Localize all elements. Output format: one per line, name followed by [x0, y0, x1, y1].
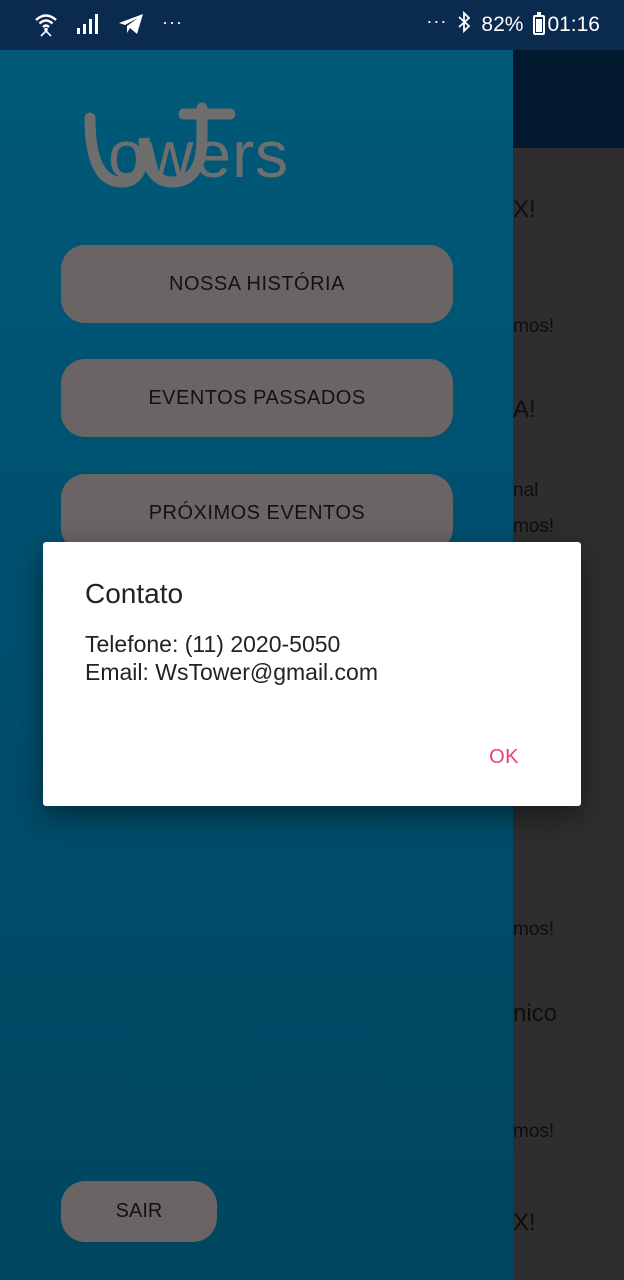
status-bar-right: ··· 82% 01:16 [426, 10, 600, 40]
dialog-phone: Telefone: (11) 2020-5050 [85, 631, 341, 657]
background-app-header [513, 50, 624, 148]
logout-label: SAIR [115, 1200, 163, 1222]
contact-dialog: Contato Telefone: (11) 2020-5050 Email: … [43, 542, 581, 806]
background-text: X! [513, 196, 536, 223]
status-overflow-right: ··· [426, 10, 448, 31]
menu-item-label: PRÓXIMOS EVENTOS [148, 501, 366, 524]
logout-button[interactable]: SAIR [61, 1181, 217, 1242]
background-text: X! [513, 1209, 536, 1236]
background-text: A! [513, 396, 536, 423]
menu-proximos-eventos-button[interactable]: PRÓXIMOS EVENTOS [61, 474, 453, 552]
dialog-email: Email: WsTower@gmail.com [85, 659, 379, 685]
menu-item-label: EVENTOS PASSADOS [148, 386, 366, 409]
background-text: mos! [513, 1121, 555, 1142]
background-text: nico [513, 1000, 558, 1027]
dialog-title: Contato [85, 578, 184, 609]
ok-button[interactable]: OK [489, 746, 519, 769]
battery-icon [533, 12, 546, 35]
menu-eventos-passados-button[interactable]: EVENTOS PASSADOS [61, 359, 453, 437]
clock: 01:16 [547, 13, 600, 36]
dialog-body: Telefone: (11) 2020-5050 Email: WsTower@… [85, 630, 378, 686]
status-overflow-left: ··· [162, 11, 183, 32]
background-text: mos! [513, 516, 555, 537]
wifi-icon [34, 11, 58, 42]
menu-nossa-historia-button[interactable]: NOSSA HISTÓRIA [61, 245, 453, 323]
status-bar: ··· ··· 82% 01:16 [0, 0, 624, 50]
background-text: mos! [513, 316, 555, 337]
battery-percent: 82% [481, 13, 524, 36]
status-bar-left: ··· [34, 12, 183, 40]
background-text: nal [513, 480, 539, 501]
bluetooth-icon [457, 10, 471, 39]
signal-icon [76, 13, 100, 40]
logo-text: owers [108, 117, 290, 191]
menu-item-label: NOSSA HISTÓRIA [169, 272, 345, 295]
background-text: mos! [513, 919, 555, 940]
telegram-icon [118, 13, 144, 40]
